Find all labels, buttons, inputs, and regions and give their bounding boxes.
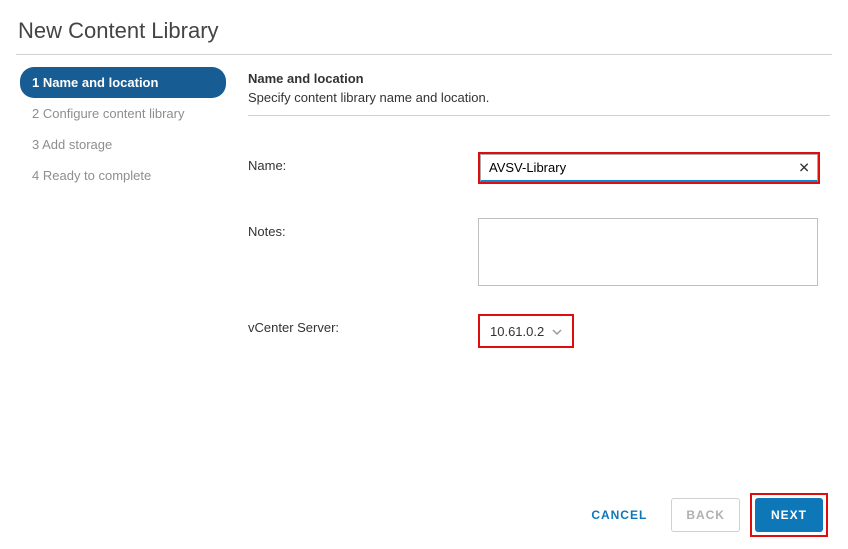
form-area: Name and location Specify content librar… — [226, 55, 832, 485]
step-number: 3 — [32, 137, 39, 152]
step-label: Add storage — [42, 137, 112, 152]
name-input[interactable] — [480, 154, 818, 182]
chevron-down-icon — [552, 322, 562, 340]
clear-icon[interactable]: ✕ — [798, 160, 810, 177]
row-vcenter-server: vCenter Server: 10.61.0.2 — [248, 314, 830, 348]
next-button-highlight: NEXT — [750, 493, 828, 537]
new-content-library-dialog: New Content Library 1 Name and location … — [0, 0, 848, 549]
step-label: Name and location — [43, 75, 159, 90]
step-add-storage[interactable]: 3 Add storage — [20, 129, 226, 160]
vcenter-server-label: vCenter Server: — [248, 314, 478, 335]
back-button: BACK — [671, 498, 740, 532]
row-name: Name: ✕ — [248, 152, 830, 184]
dialog-title: New Content Library — [16, 12, 832, 55]
section-subtitle: Specify content library name and locatio… — [248, 86, 830, 116]
notes-textarea[interactable] — [478, 218, 818, 286]
step-number: 4 — [32, 168, 39, 183]
notes-label: Notes: — [248, 218, 478, 239]
section-title: Name and location — [248, 71, 830, 86]
step-configure-content-library[interactable]: 2 Configure content library — [20, 98, 226, 129]
name-label: Name: — [248, 152, 478, 173]
step-ready-to-complete[interactable]: 4 Ready to complete — [20, 160, 226, 191]
step-number: 2 — [32, 106, 39, 121]
step-label: Ready to complete — [43, 168, 151, 183]
cancel-button[interactable]: CANCEL — [577, 499, 661, 531]
dialog-body: 1 Name and location 2 Configure content … — [16, 55, 832, 485]
name-input-highlight: ✕ — [478, 152, 820, 184]
step-label: Configure content library — [43, 106, 185, 121]
vcenter-server-dropdown[interactable]: 10.61.0.2 — [478, 314, 574, 348]
next-button[interactable]: NEXT — [755, 498, 823, 532]
step-number: 1 — [32, 75, 39, 90]
wizard-sidebar: 1 Name and location 2 Configure content … — [16, 55, 226, 485]
dialog-footer: CANCEL BACK NEXT — [16, 485, 832, 537]
row-notes: Notes: — [248, 218, 830, 286]
vcenter-server-value: 10.61.0.2 — [490, 324, 544, 339]
step-name-and-location[interactable]: 1 Name and location — [20, 67, 226, 98]
